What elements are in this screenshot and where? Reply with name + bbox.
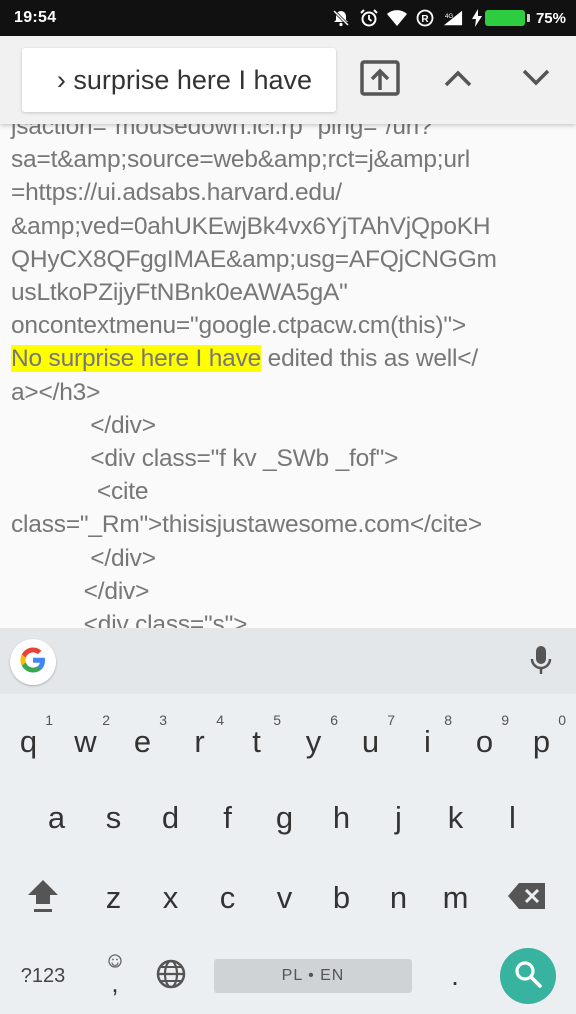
key-n[interactable]: n: [370, 864, 427, 932]
code-line: usLtkoPZijyFtNBnk0eAWA5gA": [11, 279, 348, 307]
key-c[interactable]: c: [199, 864, 256, 932]
code-line: QHyCX8QFggIMAE&amp;usg=AFQjCNGGm: [11, 245, 497, 273]
comma-key[interactable]: ,: [90, 944, 140, 1008]
key-u[interactable]: u7: [342, 708, 399, 776]
chevron-down-icon: [522, 69, 550, 91]
key-e[interactable]: e3: [114, 708, 171, 776]
key-r[interactable]: r4: [171, 708, 228, 776]
key-o[interactable]: o9: [456, 708, 513, 776]
battery-indicator: 75%: [471, 8, 566, 28]
key-f[interactable]: f: [199, 784, 256, 852]
google-g-icon: [18, 645, 48, 679]
keyboard-suggestion-strip: [0, 628, 576, 694]
code-line: <div class="s">: [11, 611, 248, 628]
svg-text:4G: 4G: [445, 13, 454, 20]
key-h[interactable]: h: [313, 784, 370, 852]
code-line: </div>: [11, 577, 150, 605]
alarm-silent-icon: [331, 8, 351, 28]
key-d[interactable]: d: [142, 784, 199, 852]
find-in-page-bar: › surprise here I have: [0, 36, 576, 124]
key-t[interactable]: t5: [228, 708, 285, 776]
code-line-with-match: No surprise here I have edited this as w…: [11, 342, 497, 375]
key-z[interactable]: z: [85, 864, 142, 932]
alarm-clock-icon: [359, 8, 379, 28]
code-line: <cite: [11, 478, 149, 506]
google-button[interactable]: [10, 639, 56, 685]
status-time: 19:54: [14, 9, 57, 26]
signal-icon: 4G: [443, 8, 463, 28]
voice-input-button[interactable]: [526, 646, 556, 678]
symbols-key[interactable]: ?123: [8, 944, 78, 1008]
search-icon: [514, 960, 542, 992]
page-source-content: jsaction="mousedown:lcl.rp" ping="/url? s…: [0, 110, 576, 628]
key-l[interactable]: l: [484, 784, 541, 852]
key-a[interactable]: a: [28, 784, 85, 852]
space-key[interactable]: PL • EN: [214, 959, 412, 993]
find-input[interactable]: › surprise here I have: [22, 48, 336, 112]
search-key[interactable]: [500, 948, 556, 1004]
key-w[interactable]: w2: [57, 708, 114, 776]
wifi-icon: [386, 8, 407, 28]
key-m[interactable]: m: [427, 864, 484, 932]
code-text: edited this as well</: [261, 345, 479, 373]
emoji-icon: [108, 954, 122, 973]
share-button[interactable]: [350, 50, 410, 110]
status-bar: 19:54 R 4G 75%: [0, 0, 576, 36]
code-line: </div>: [11, 544, 156, 572]
code-line: sa=t&amp;source=web&amp;rct=j&amp;url: [11, 146, 470, 174]
key-v[interactable]: v: [256, 864, 313, 932]
search-match-highlight: No surprise here I have: [11, 345, 262, 373]
key-s[interactable]: s: [85, 784, 142, 852]
code-line: oncontextmenu="google.ctpacw.cm(this)">: [11, 312, 466, 340]
code-line: a></h3>: [11, 378, 101, 406]
period-key[interactable]: .: [430, 944, 480, 1008]
key-p[interactable]: p0: [513, 708, 570, 776]
key-g[interactable]: g: [256, 784, 313, 852]
charging-icon: [471, 8, 483, 28]
code-line: </div>: [11, 411, 156, 439]
language-key[interactable]: [146, 944, 196, 1008]
code-line: =https://ui.adsabs.harvard.edu/: [11, 179, 342, 207]
key-b[interactable]: b: [313, 864, 370, 932]
status-icons: R 4G 75%: [331, 8, 566, 28]
key-k[interactable]: k: [427, 784, 484, 852]
globe-icon: [155, 958, 187, 995]
key-q[interactable]: q1: [0, 708, 57, 776]
shift-icon: [26, 878, 60, 919]
key-y[interactable]: y6: [285, 708, 342, 776]
soft-keyboard: q1 w2 e3 r4 t5 y6 u7 i8 o9 p0 a s d f g …: [0, 628, 576, 1014]
code-line: <div class="f kv _SWb _fof">: [11, 445, 399, 473]
registered-icon: R: [415, 8, 435, 28]
key-j[interactable]: j: [370, 784, 427, 852]
previous-match-button[interactable]: [428, 50, 488, 110]
backspace-icon: [507, 882, 547, 915]
next-match-button[interactable]: [506, 50, 566, 110]
battery-icon: [484, 10, 525, 26]
code-line: class="_Rm">thisisjustawesome.com</cite>: [11, 511, 482, 539]
svg-text:R: R: [421, 14, 429, 25]
code-line: &amp;ved=0ahUKEwjBk4vx6YjTAhVjQpoKH: [11, 212, 491, 240]
find-query-text: › surprise here I have: [56, 64, 312, 95]
key-i[interactable]: i8: [399, 708, 456, 776]
shift-key[interactable]: [10, 864, 76, 932]
backspace-key[interactable]: [494, 864, 560, 932]
key-x[interactable]: x: [142, 864, 199, 932]
chevron-up-icon: [444, 69, 472, 91]
source-code-text: jsaction="mousedown:lcl.rp" ping="/url? s…: [11, 110, 497, 628]
battery-percent: 75%: [535, 9, 566, 27]
share-icon: [360, 60, 400, 100]
microphone-icon: [530, 645, 552, 679]
